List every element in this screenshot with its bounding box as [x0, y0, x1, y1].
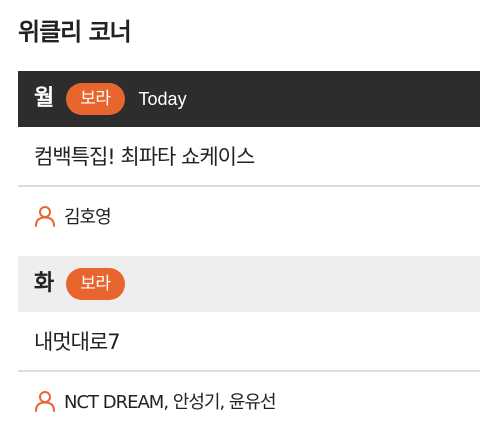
- host-names: NCT DREAM, 안성기, 윤유선: [64, 392, 277, 413]
- day-label: 월: [34, 86, 55, 111]
- host-names: 김호영: [64, 207, 112, 228]
- channel-badge: 보라: [66, 268, 125, 300]
- day-header-tue[interactable]: 화 보라: [18, 256, 480, 312]
- person-icon: [34, 205, 56, 227]
- person-icon: [34, 390, 56, 412]
- host-row-mon: 김호영: [18, 187, 480, 245]
- day-header-mon[interactable]: 월 보라 Today: [18, 71, 480, 127]
- day-block-mon: 월 보라 Today 컴백특집! 최파타 쇼케이스 김호영: [18, 71, 480, 245]
- day-block-tue: 화 보라 내멋대로7 NCT DREAM, 안성기, 윤유선: [18, 256, 480, 430]
- day-label: 화: [34, 271, 55, 296]
- page-title: 위클리 코너: [18, 18, 132, 46]
- today-label: Today: [138, 88, 187, 109]
- channel-badge: 보라: [66, 83, 125, 115]
- program-title-tue[interactable]: 내멋대로7: [18, 312, 480, 372]
- host-row-tue: NCT DREAM, 안성기, 윤유선: [18, 372, 480, 430]
- program-title-mon[interactable]: 컴백특집! 최파타 쇼케이스: [18, 127, 480, 187]
